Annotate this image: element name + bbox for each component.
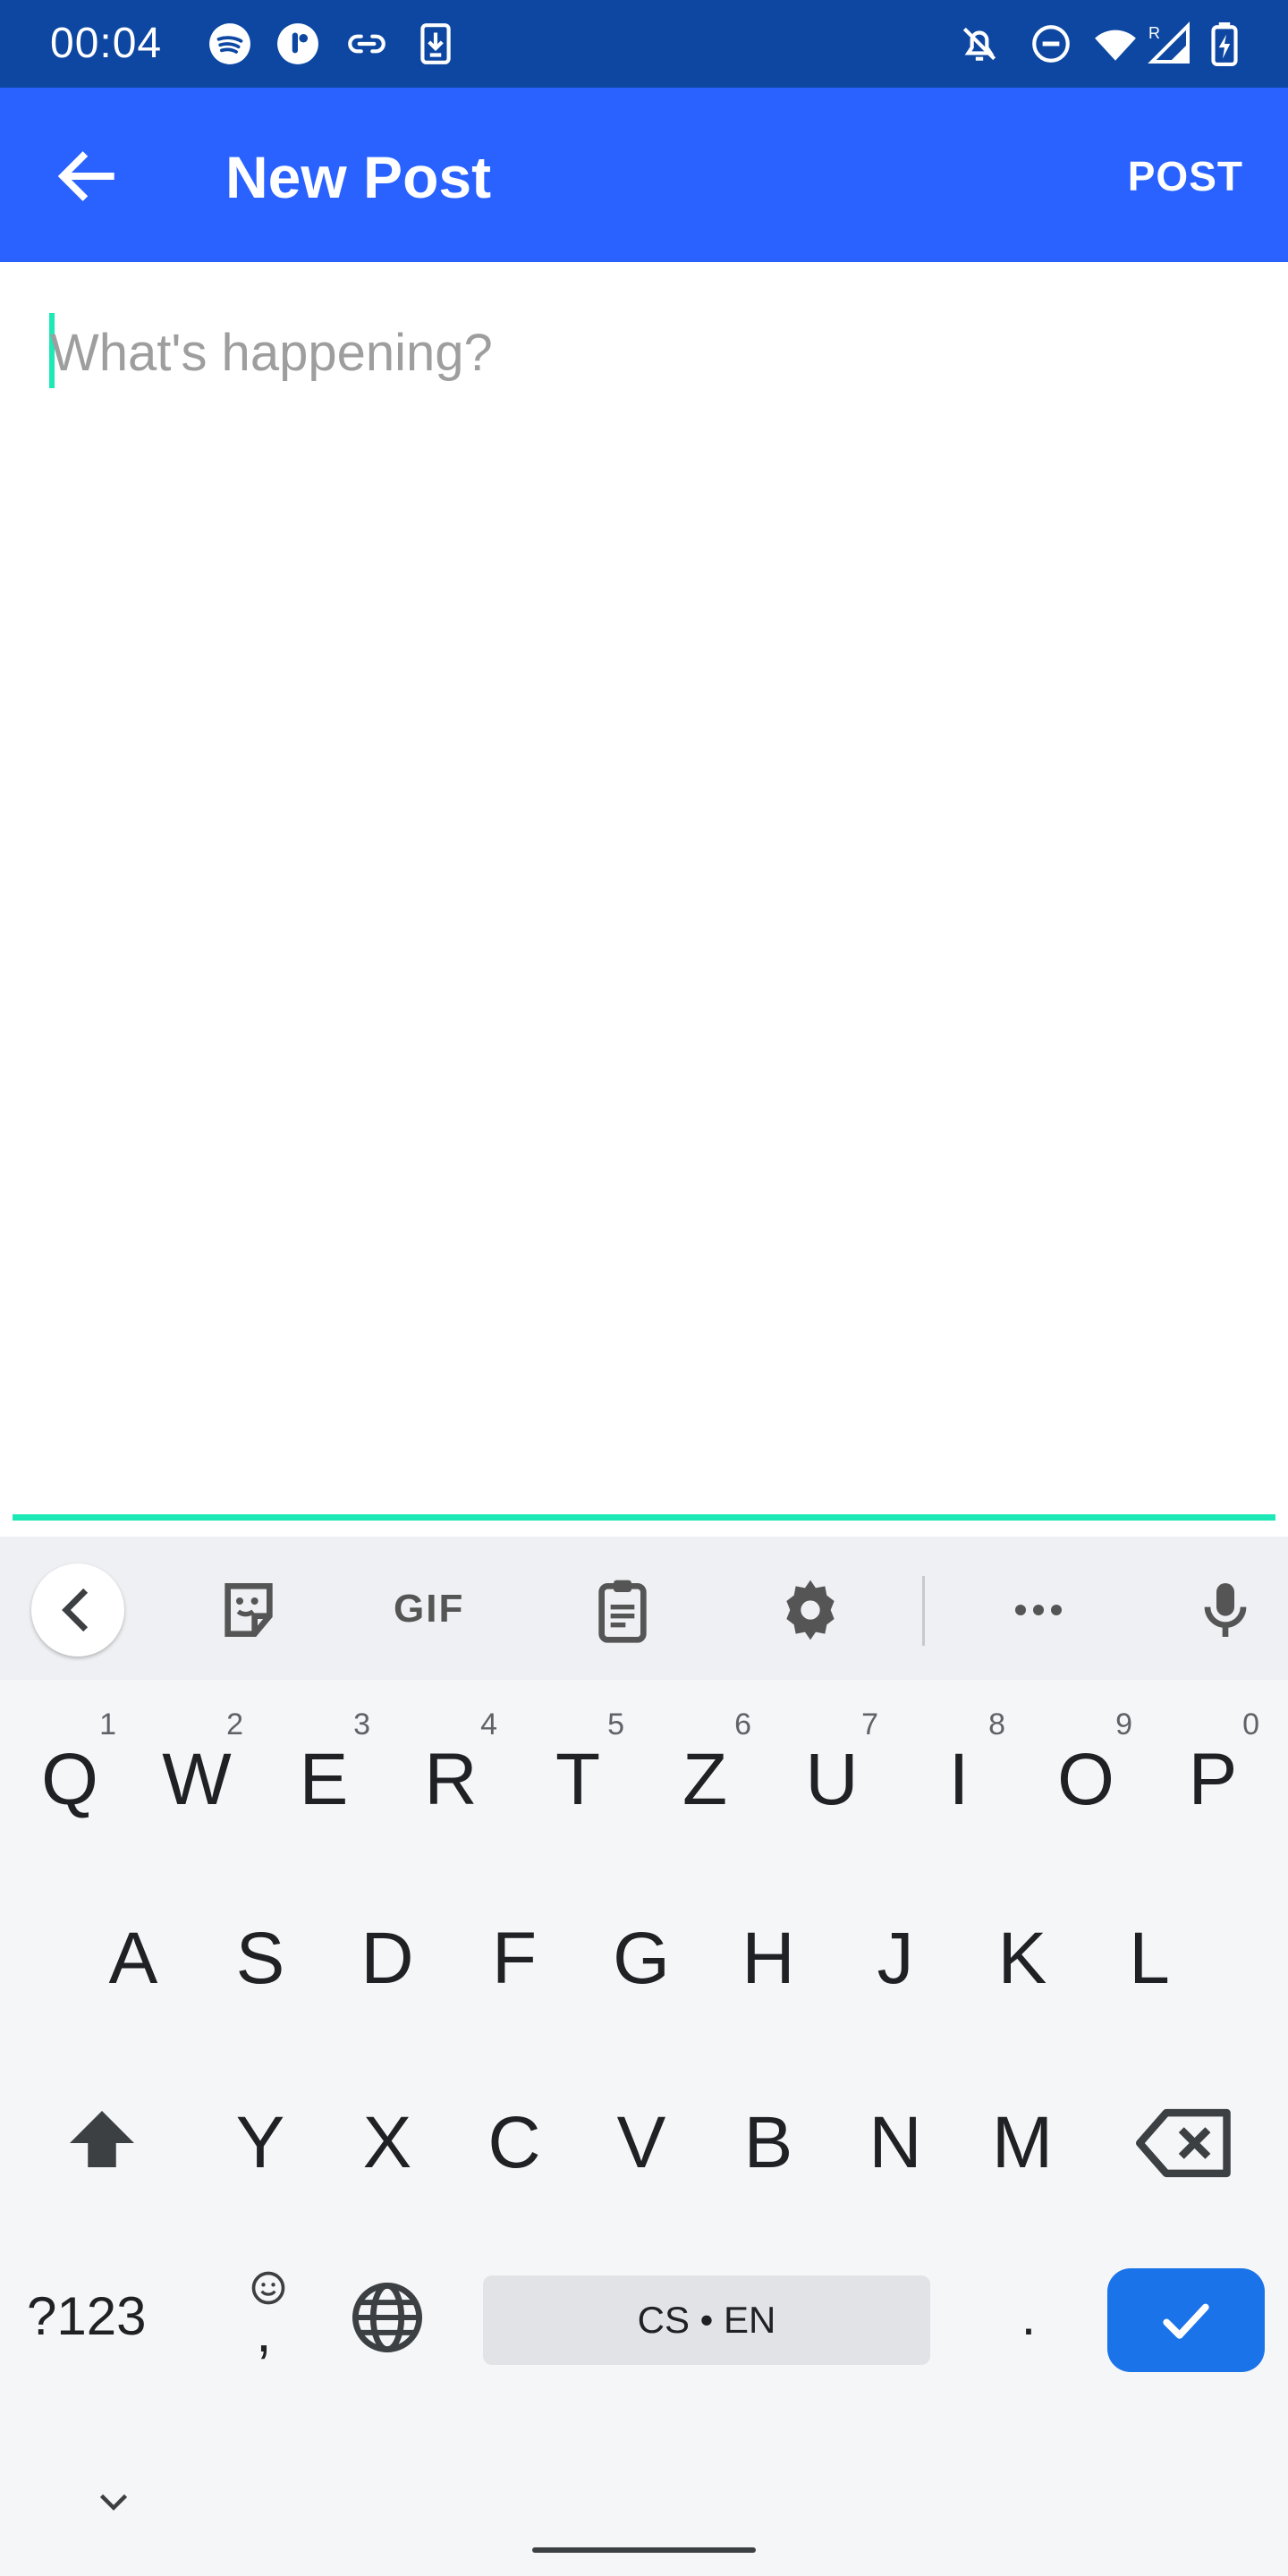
hide-keyboard-button[interactable] <box>89 2478 138 2526</box>
key-a[interactable]: A <box>71 1878 196 2039</box>
status-time: 00:04 <box>50 20 163 67</box>
chevron-left-icon <box>62 1588 89 1632</box>
key-w[interactable]: W2 <box>134 1699 259 1860</box>
key-v[interactable]: V <box>579 2063 704 2224</box>
mic-icon[interactable] <box>1190 1574 1261 1646</box>
keyboard <box>0 1537 1288 2576</box>
key-c[interactable]: C <box>452 2063 577 2224</box>
toolbar-divider <box>922 1576 925 1646</box>
app-icon <box>275 21 320 66</box>
clipboard-icon[interactable] <box>587 1574 658 1646</box>
wifi-icon <box>1093 21 1138 66</box>
enter-key[interactable] <box>1107 2268 1265 2372</box>
sticker-icon[interactable] <box>213 1574 284 1646</box>
key-o[interactable]: O9 <box>1023 1699 1148 1860</box>
key-y[interactable]: Y <box>198 2063 323 2224</box>
key-n[interactable]: N <box>833 2063 958 2224</box>
shift-key[interactable] <box>54 2080 150 2206</box>
arrow-back-icon <box>57 151 114 201</box>
key-b[interactable]: B <box>706 2063 831 2224</box>
key-l[interactable]: L <box>1087 1878 1212 2039</box>
status-bar: 00:04 R <box>0 0 1288 88</box>
key-m[interactable]: M <box>960 2063 1085 2224</box>
gif-button[interactable]: GIF <box>394 1587 464 1631</box>
symbols-key[interactable]: ?123 <box>27 2281 146 2352</box>
space-bar-label: CS • EN <box>637 2299 776 2341</box>
post-input-placeholder: What's happening? <box>50 324 493 382</box>
app-bar: New Post POST <box>0 88 1288 262</box>
settings-icon[interactable] <box>775 1574 846 1646</box>
navigation-handle[interactable] <box>532 2547 756 2553</box>
key-z[interactable]: Z6 <box>642 1699 767 1860</box>
spotify-icon <box>208 21 252 66</box>
signal-roaming-label: R <box>1148 24 1160 42</box>
key-x[interactable]: X <box>325 2063 450 2224</box>
back-button[interactable] <box>50 138 127 215</box>
post-text-area[interactable] <box>0 262 1288 1514</box>
key-e[interactable]: E3 <box>261 1699 386 1860</box>
comma-label: , <box>256 2300 272 2364</box>
backspace-key[interactable] <box>1136 2089 1234 2197</box>
collapse-toolbar-button[interactable] <box>31 1563 124 1657</box>
globe-icon <box>352 2283 422 2352</box>
signal-icon: R <box>1145 21 1195 66</box>
key-s[interactable]: S <box>198 1878 323 2039</box>
key-d[interactable]: D <box>325 1878 450 2039</box>
chevron-down-icon <box>99 2494 128 2511</box>
checkmark-icon <box>1163 2303 1209 2339</box>
more-icon[interactable] <box>1003 1574 1074 1646</box>
period-key[interactable]: . <box>1011 2272 1046 2361</box>
key-t[interactable]: T5 <box>515 1699 640 1860</box>
key-f[interactable]: F <box>452 1878 577 2039</box>
backspace-icon <box>1136 2108 1231 2178</box>
bell-off-icon <box>957 21 1002 66</box>
download-icon <box>413 21 458 66</box>
key-g[interactable]: G <box>579 1878 704 2039</box>
key-p[interactable]: P0 <box>1150 1699 1275 1860</box>
comma-emoji-key[interactable]: , <box>242 2268 295 2376</box>
shift-icon <box>70 2111 134 2167</box>
input-underline <box>13 1514 1275 1521</box>
key-k[interactable]: K <box>960 1878 1085 2039</box>
do-not-disturb-icon <box>1029 21 1073 66</box>
post-button[interactable]: POST <box>1128 150 1243 202</box>
key-j[interactable]: J <box>833 1878 958 2039</box>
key-h[interactable]: H <box>706 1878 831 2039</box>
key-u[interactable]: U7 <box>769 1699 894 1860</box>
space-bar[interactable]: CS • EN <box>483 2275 930 2365</box>
link-icon <box>344 21 389 66</box>
key-i[interactable]: I8 <box>896 1699 1021 1860</box>
key-q[interactable]: Q1 <box>7 1699 132 1860</box>
key-r[interactable]: R4 <box>388 1699 513 1860</box>
language-key[interactable] <box>347 2277 428 2358</box>
battery-charging-icon <box>1206 21 1243 66</box>
page-title: New Post <box>225 144 492 210</box>
